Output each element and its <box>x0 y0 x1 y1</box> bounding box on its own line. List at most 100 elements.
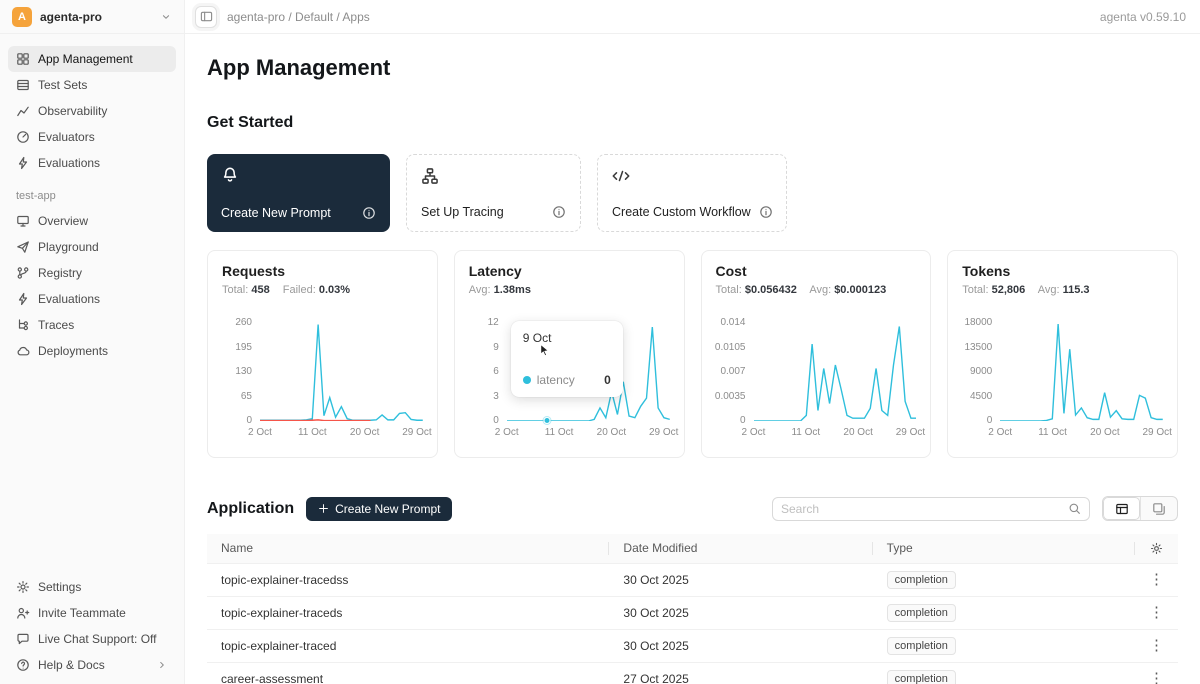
card-view-button[interactable] <box>1140 497 1177 520</box>
app-name[interactable]: topic-explainer-traced <box>207 629 609 662</box>
chart-stats: Total: 458 Failed: 0.03% <box>222 284 423 296</box>
requests-chart-card: Requests Total: 458 Failed: 0.03% 065130… <box>207 250 438 458</box>
sidebar-item-label: App Management <box>38 52 133 66</box>
sidebar-app-section-label: test-app <box>16 190 176 202</box>
cloud-icon <box>16 344 30 358</box>
metrics-charts: Requests Total: 458 Failed: 0.03% 065130… <box>207 250 1178 458</box>
sidebar-item-evaluators[interactable]: Evaluators <box>8 124 176 150</box>
get-started-cards: Create New Prompt Set Up Tracing Create … <box>207 154 1178 232</box>
sidebar-item-label: Settings <box>38 580 81 594</box>
sidebar-item-label: Help & Docs <box>38 658 105 672</box>
sidebar-item-label: Test Sets <box>38 78 87 92</box>
chart-stats: Total: $0.056432 Avg: $0.000123 <box>716 284 917 296</box>
row-actions-menu[interactable]: ⋮ <box>1149 571 1164 588</box>
gauge-icon <box>16 130 30 144</box>
sidebar-item-live-chat-support[interactable]: Live Chat Support: Off <box>8 626 176 652</box>
sidebar-item-label: Playground <box>38 240 99 254</box>
get-started-heading: Get Started <box>207 114 1178 132</box>
info-icon[interactable] <box>362 206 376 220</box>
sidebar-item-app-management[interactable]: App Management <box>8 46 176 72</box>
sidebar-item-label: Evaluations <box>38 156 100 170</box>
column-header-name: Name <box>207 534 609 563</box>
x-axis-labels: 2 Oct11 Oct20 Oct29 Oct <box>260 427 423 439</box>
lightning-icon <box>16 292 30 306</box>
create-custom-workflow-card[interactable]: Create Custom Workflow <box>597 154 787 232</box>
sidebar-item-evaluations[interactable]: Evaluations <box>8 150 176 176</box>
set-up-tracing-card[interactable]: Set Up Tracing <box>406 154 581 232</box>
info-icon[interactable] <box>552 205 566 219</box>
tokens-plot[interactable] <box>1000 309 1163 421</box>
chart-stats: Avg: 1.38ms <box>469 284 670 296</box>
page-title: App Management <box>207 55 1178 81</box>
workspace-selector[interactable]: A agenta-pro <box>0 0 185 33</box>
sidebar-item-help-docs[interactable]: Help & Docs <box>8 652 176 678</box>
y-axis-labels: 036912 <box>469 309 507 421</box>
sidebar-item-test-sets[interactable]: Test Sets <box>8 72 176 98</box>
latency-chart-card: Latency Avg: 1.38ms 036912 2 Oct11 Oct20… <box>454 250 685 458</box>
requests-plot[interactable] <box>260 309 423 421</box>
sidebar-item-playground[interactable]: Playground <box>8 234 176 260</box>
app-name[interactable]: topic-explainer-tracedss <box>207 563 609 596</box>
y-axis-labels: 00.00350.0070.01050.014 <box>716 309 754 421</box>
table-row[interactable]: topic-explainer-traced 30 Oct 2025 compl… <box>207 629 1178 662</box>
gear-icon <box>16 580 30 594</box>
sidebar-item-deployments[interactable]: Deployments <box>8 338 176 364</box>
app-name[interactable]: topic-explainer-traceds <box>207 596 609 629</box>
chart-stats: Total: 52,806 Avg: 115.3 <box>962 284 1163 296</box>
version-label: agenta v0.59.10 <box>1100 10 1200 24</box>
sidebar-toggle-button[interactable] <box>195 6 217 28</box>
sidebar-item-overview[interactable]: Overview <box>8 208 176 234</box>
main-content: App Management Get Started Create New Pr… <box>185 34 1200 684</box>
chart-title: Tokens <box>962 263 1163 279</box>
breadcrumb: agenta-pro / Default / Apps <box>227 10 370 24</box>
search-icon[interactable] <box>1068 502 1081 515</box>
create-new-prompt-button[interactable]: Create New Prompt <box>306 497 452 521</box>
x-axis-labels: 2 Oct11 Oct20 Oct29 Oct <box>507 427 670 439</box>
type-badge: completion <box>887 604 956 622</box>
search-box <box>772 497 1090 521</box>
cost-plot[interactable] <box>754 309 917 421</box>
chart-title: Cost <box>716 263 917 279</box>
lightning-icon <box>16 156 30 170</box>
type-badge: completion <box>887 571 956 589</box>
row-actions-menu[interactable]: ⋮ <box>1149 670 1164 684</box>
info-icon[interactable] <box>759 205 773 219</box>
gear-icon[interactable] <box>1149 542 1164 555</box>
nodes-icon <box>421 167 566 185</box>
tokens-chart-card: Tokens Total: 52,806 Avg: 115.3 04500900… <box>947 250 1178 458</box>
sidebar-item-label: Live Chat Support: Off <box>38 632 157 646</box>
table-view-icon <box>1115 502 1129 516</box>
app-date-modified: 27 Oct 2025 <box>609 662 872 684</box>
sidebar-item-settings[interactable]: Settings <box>8 574 176 600</box>
sidebar-item-label: Overview <box>38 214 88 228</box>
row-actions-menu[interactable]: ⋮ <box>1149 637 1164 654</box>
sidebar-item-app-evaluations[interactable]: Evaluations <box>8 286 176 312</box>
table-row[interactable]: topic-explainer-traceds 30 Oct 2025 comp… <box>207 596 1178 629</box>
row-actions-menu[interactable]: ⋮ <box>1149 604 1164 621</box>
app-name[interactable]: career-assessment <box>207 662 609 684</box>
chevron-down-icon <box>160 11 172 23</box>
create-new-prompt-card[interactable]: Create New Prompt <box>207 154 390 232</box>
table-row[interactable]: career-assessment 27 Oct 2025 completion… <box>207 662 1178 684</box>
sidebar-item-observability[interactable]: Observability <box>8 98 176 124</box>
search-input[interactable] <box>781 502 1068 516</box>
user-plus-icon <box>16 606 30 620</box>
series-dot <box>523 376 531 384</box>
table-view-button[interactable] <box>1103 497 1140 520</box>
column-header-date-modified: Date Modified <box>609 534 872 563</box>
sidebar-item-label: Deployments <box>38 344 108 358</box>
card-view-icon <box>1152 502 1166 516</box>
topbar: A agenta-pro agenta-pro / Default / Apps… <box>0 0 1200 34</box>
table-row[interactable]: topic-explainer-tracedss 30 Oct 2025 com… <box>207 563 1178 596</box>
sidebar-item-registry[interactable]: Registry <box>8 260 176 286</box>
app-date-modified: 30 Oct 2025 <box>609 629 872 662</box>
x-axis-labels: 2 Oct11 Oct20 Oct29 Oct <box>754 427 917 439</box>
chart-title: Requests <box>222 263 423 279</box>
sidebar-item-invite-teammate[interactable]: Invite Teammate <box>8 600 176 626</box>
sidebar-item-traces[interactable]: Traces <box>8 312 176 338</box>
workspace-avatar: A <box>12 7 32 27</box>
column-header-type: Type <box>873 534 1135 563</box>
grid-icon <box>16 52 30 66</box>
chevron-right-icon <box>156 659 168 671</box>
card-label: Create New Prompt <box>221 206 331 220</box>
